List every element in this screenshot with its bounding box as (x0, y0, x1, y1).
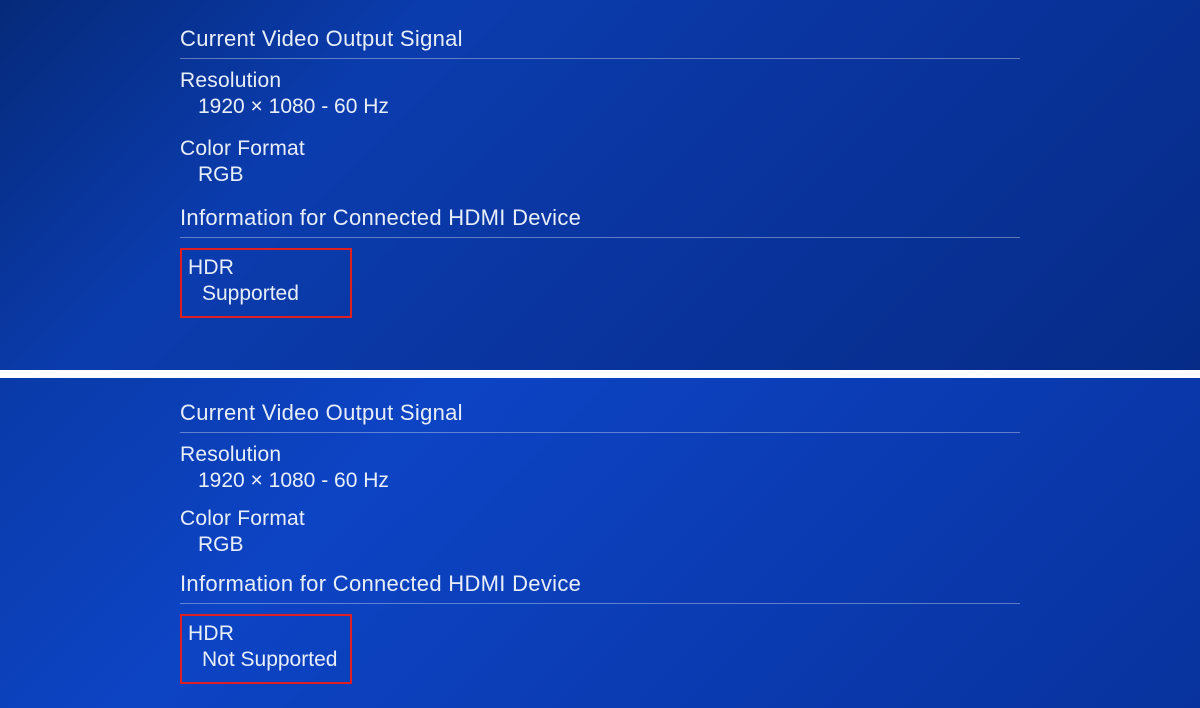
section-heading-current-signal: Current Video Output Signal (180, 26, 1020, 59)
hdr-highlight-box: HDR Not Supported (180, 614, 352, 684)
resolution-value: 1920 × 1080 - 60 Hz (180, 95, 1020, 119)
hdr-value: Not Supported (188, 648, 340, 672)
color-format-value: RGB (180, 163, 1020, 187)
section-heading-current-signal: Current Video Output Signal (180, 400, 1020, 433)
color-format-field: Color Format RGB (180, 507, 1020, 557)
resolution-field: Resolution 1920 × 1080 - 60 Hz (180, 69, 1020, 119)
color-format-field: Color Format RGB (180, 137, 1020, 187)
video-output-panel-bottom: Current Video Output Signal Resolution 1… (0, 378, 1200, 708)
resolution-label: Resolution (180, 443, 1020, 467)
color-format-value: RGB (180, 533, 1020, 557)
color-format-label: Color Format (180, 507, 1020, 531)
hdr-label: HDR (188, 622, 340, 646)
panel-divider (0, 370, 1200, 378)
hdr-highlight-box: HDR Supported (180, 248, 352, 318)
resolution-label: Resolution (180, 69, 1020, 93)
resolution-field: Resolution 1920 × 1080 - 60 Hz (180, 443, 1020, 493)
resolution-value: 1920 × 1080 - 60 Hz (180, 469, 1020, 493)
video-output-panel-top: Current Video Output Signal Resolution 1… (0, 0, 1200, 370)
hdr-label: HDR (188, 256, 340, 280)
color-format-label: Color Format (180, 137, 1020, 161)
section-heading-hdmi-device: Information for Connected HDMI Device (180, 205, 1020, 238)
hdr-value: Supported (188, 282, 340, 306)
section-heading-hdmi-device: Information for Connected HDMI Device (180, 571, 1020, 604)
